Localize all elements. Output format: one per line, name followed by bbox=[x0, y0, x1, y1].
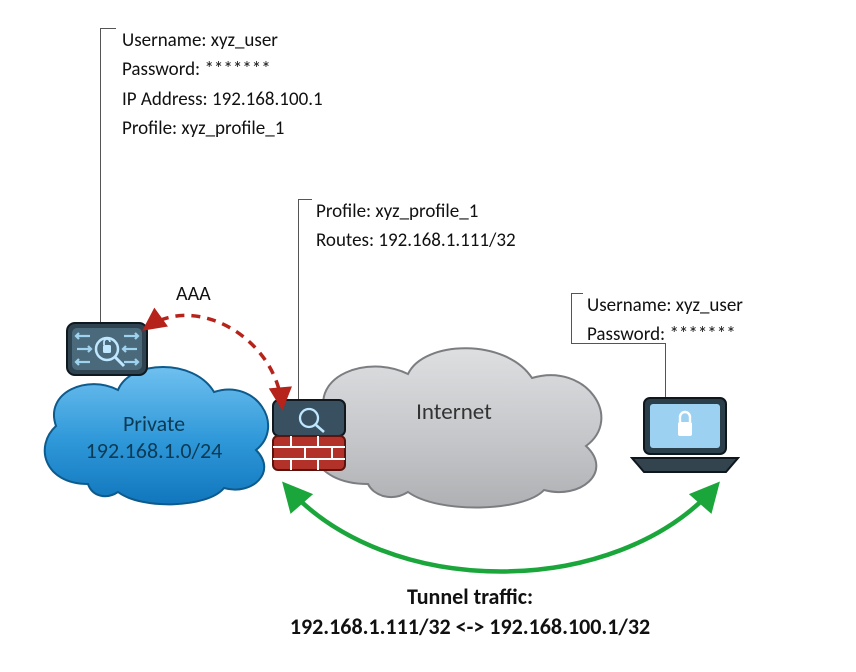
routes-value: 192.168.1.111/32 bbox=[378, 229, 515, 252]
connector bbox=[665, 343, 666, 399]
tunnel-arrow bbox=[266, 470, 736, 590]
username-label: Username: bbox=[122, 29, 207, 52]
ip-value: 192.168.100.1 bbox=[212, 88, 323, 111]
ip-label: IP Address: bbox=[122, 88, 208, 111]
username-value: xyz_user bbox=[211, 29, 278, 52]
connector bbox=[298, 199, 312, 200]
firewall-callout: Profile: xyz_profile_1 Routes: 192.168.1… bbox=[316, 197, 516, 256]
profile-value: xyz_profile_1 bbox=[181, 117, 284, 140]
profile-value: xyz_profile_1 bbox=[375, 200, 478, 223]
connector bbox=[100, 28, 116, 29]
tunnel-route: 192.168.1.111/32 <-> 192.168.100.1/32 bbox=[160, 613, 780, 640]
connector bbox=[571, 293, 583, 294]
aaa-label: AAA bbox=[176, 282, 211, 306]
routes-label: Routes: bbox=[316, 229, 374, 252]
tunnel-title: Tunnel traffic: bbox=[200, 583, 740, 610]
profile-label: Profile: bbox=[122, 117, 177, 140]
aaa-arrow bbox=[116, 298, 306, 428]
diagram: Username: xyz_user Password: ******* IP … bbox=[0, 0, 856, 672]
connector bbox=[100, 28, 101, 324]
username-label: Username: bbox=[587, 294, 672, 317]
password-value: ******* bbox=[204, 58, 270, 81]
profile-label: Profile: bbox=[316, 200, 371, 223]
password-value: ******* bbox=[669, 323, 735, 346]
client-laptop-icon bbox=[630, 396, 740, 474]
server-callout: Username: xyz_user Password: ******* IP … bbox=[122, 26, 323, 144]
username-value: xyz_user bbox=[676, 294, 743, 317]
private-subnet: 192.168.1.0/24 bbox=[26, 437, 282, 464]
password-label: Password: bbox=[122, 58, 200, 81]
